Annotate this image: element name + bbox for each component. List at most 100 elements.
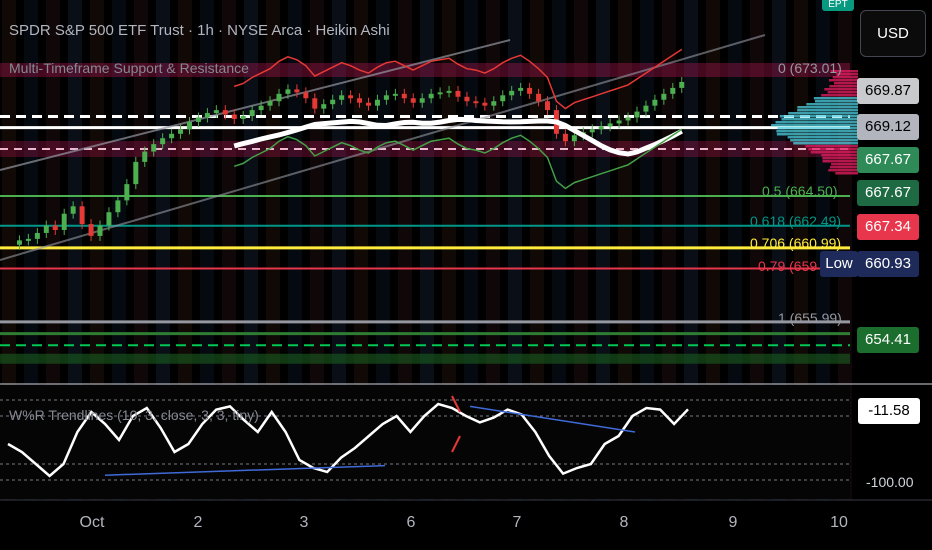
corner-badge: EPT bbox=[822, 0, 854, 11]
candle-body bbox=[500, 95, 506, 102]
candle-body bbox=[410, 98, 416, 103]
oscillator-background bbox=[0, 385, 850, 499]
candle-body bbox=[43, 225, 49, 233]
candle-body bbox=[16, 240, 22, 245]
candle-body bbox=[446, 90, 452, 93]
candle-body bbox=[321, 104, 327, 109]
profile-bar bbox=[821, 94, 858, 97]
profile-bar bbox=[832, 76, 858, 79]
candle-body bbox=[160, 138, 166, 145]
candle-body bbox=[178, 129, 184, 134]
profile-bar bbox=[797, 109, 858, 112]
candle-body bbox=[187, 121, 192, 130]
candle-body bbox=[419, 98, 425, 103]
candle-body bbox=[258, 105, 264, 111]
price-tag[interactable]: 667.67 bbox=[857, 180, 919, 206]
williams-r-scale-low: -100.00 bbox=[866, 474, 914, 490]
profile-bar bbox=[776, 133, 858, 136]
candle-body bbox=[374, 99, 380, 106]
candle-body bbox=[679, 81, 685, 88]
candle-body bbox=[625, 117, 631, 121]
candle-body bbox=[339, 95, 345, 100]
price-tag[interactable]: 660.93 bbox=[857, 251, 919, 277]
profile-bar bbox=[828, 169, 858, 172]
profile-bar bbox=[810, 151, 858, 154]
currency-button[interactable]: USD bbox=[860, 10, 926, 57]
profile-bar bbox=[787, 136, 858, 139]
candle-body bbox=[473, 101, 479, 104]
candle-body bbox=[61, 213, 67, 230]
candle-body bbox=[437, 92, 443, 95]
indicator-title[interactable]: Multi-Timeframe Support & Resistance bbox=[9, 60, 249, 76]
profile-bar bbox=[821, 154, 858, 157]
x-tick-label: Oct bbox=[79, 514, 105, 531]
candle-body bbox=[231, 114, 237, 119]
candle-body bbox=[571, 135, 577, 142]
profile-bar bbox=[781, 118, 858, 121]
oscillator-title[interactable]: W%R Trendlines (10, 3, close, 3, 3, tiny… bbox=[9, 407, 259, 423]
candle-body bbox=[527, 87, 533, 94]
candle-body bbox=[330, 99, 336, 105]
candle-body bbox=[428, 93, 434, 99]
candle-body bbox=[267, 101, 273, 106]
profile-bar bbox=[824, 88, 858, 91]
fib-label-0-5: 0.5 (664.50) bbox=[762, 183, 838, 199]
profile-bar bbox=[776, 130, 858, 133]
profile-bar bbox=[775, 121, 858, 124]
candle-body bbox=[195, 117, 201, 122]
candle-body bbox=[562, 133, 568, 142]
candle-body bbox=[294, 89, 300, 93]
candle-body bbox=[303, 92, 309, 99]
candle-body bbox=[392, 93, 398, 96]
chart-canvas[interactable] bbox=[0, 0, 932, 550]
x-tick-label: 7 bbox=[512, 514, 522, 531]
profile-bar bbox=[829, 166, 858, 169]
candle-body bbox=[598, 126, 604, 130]
candle-body bbox=[34, 232, 40, 239]
candle-body bbox=[652, 99, 658, 106]
candle-body bbox=[455, 90, 461, 97]
candle-body bbox=[204, 113, 210, 118]
x-tick-label: 10 bbox=[830, 514, 848, 531]
profile-bar bbox=[797, 106, 858, 109]
profile-bar bbox=[813, 97, 858, 100]
price-tag[interactable]: 669.87 bbox=[857, 78, 919, 104]
fib-label-0-618: 0.618 (662.49) bbox=[750, 213, 842, 229]
price-tag[interactable]: 667.34 bbox=[857, 214, 919, 240]
candle-body bbox=[142, 151, 148, 162]
x-tick-label: 2 bbox=[193, 514, 203, 531]
candle-body bbox=[634, 111, 640, 118]
price-tag[interactable]: 654.41 bbox=[857, 327, 919, 353]
profile-bar bbox=[814, 100, 858, 103]
candle-body bbox=[464, 96, 470, 102]
profile-bar bbox=[788, 112, 858, 115]
candle-body bbox=[312, 98, 318, 109]
profile-bar bbox=[808, 148, 858, 151]
profile-bar bbox=[779, 115, 858, 118]
profile-bar bbox=[771, 124, 858, 127]
symbol-title[interactable]: SPDR S&P 500 ETF Trust · 1h · NYSE Arca … bbox=[9, 22, 390, 39]
candle-body bbox=[518, 87, 524, 91]
candle-body bbox=[115, 200, 121, 213]
candle-body bbox=[222, 110, 228, 115]
candle-body bbox=[589, 129, 595, 133]
low-label: Low bbox=[820, 251, 858, 277]
candle-body bbox=[366, 102, 371, 106]
price-tag[interactable]: 667.67 bbox=[857, 147, 919, 173]
fib-label-0: 0 (673.01) bbox=[778, 60, 842, 76]
x-tick-label: 8 bbox=[619, 514, 629, 531]
candle-body bbox=[213, 110, 219, 114]
x-tick-label: 3 bbox=[299, 514, 309, 531]
candle-body bbox=[670, 87, 676, 94]
profile-bar bbox=[833, 82, 858, 85]
profile-bar bbox=[793, 142, 858, 145]
candle-body bbox=[276, 93, 282, 102]
williams-r-value-tag[interactable]: -11.58 bbox=[858, 398, 920, 424]
candle-body bbox=[97, 225, 103, 236]
profile-bar bbox=[822, 160, 858, 163]
profile-bar bbox=[831, 163, 858, 166]
candle-body bbox=[661, 93, 667, 100]
candle-body bbox=[240, 116, 246, 119]
price-tag[interactable]: 669.12 bbox=[857, 114, 919, 140]
candle-body bbox=[79, 206, 85, 225]
